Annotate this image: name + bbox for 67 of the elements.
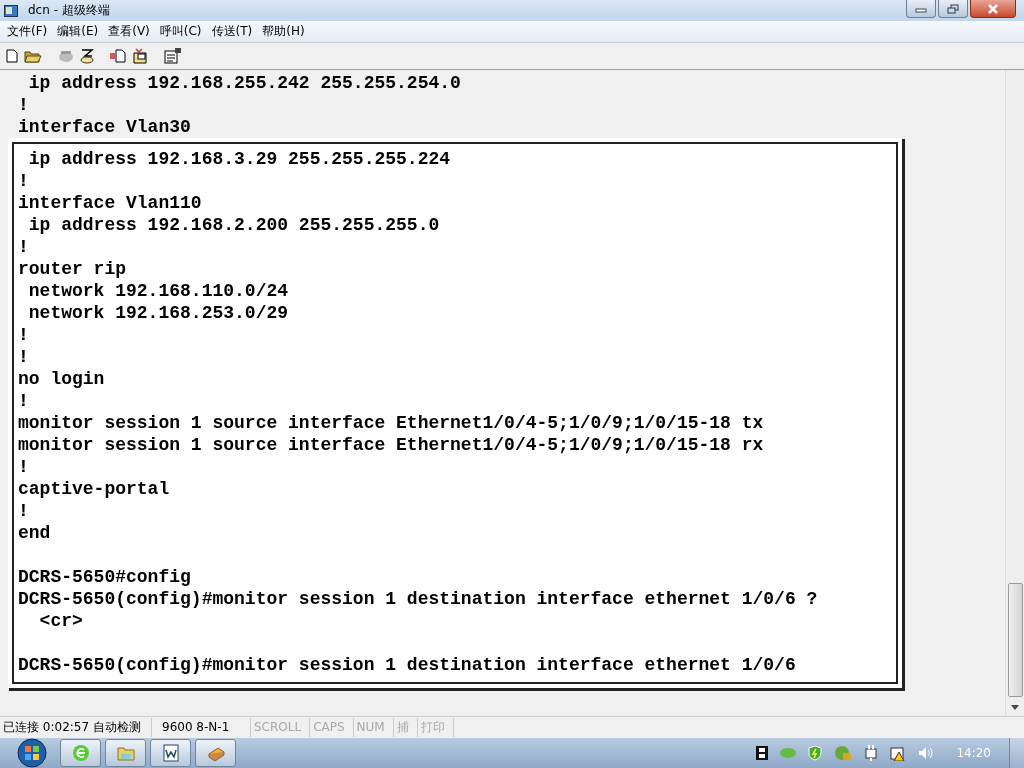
- menu-item[interactable]: 呼叫(C): [154, 23, 207, 40]
- terminal-line: !: [18, 456, 30, 478]
- menu-item[interactable]: 文件(F): [2, 23, 53, 40]
- terminal-line: !: [18, 500, 30, 522]
- terminal-line: captive-portal: [18, 478, 171, 500]
- menu-item[interactable]: 编辑(E): [52, 23, 104, 40]
- terminal-line: router rip: [18, 258, 128, 280]
- terminal-line: network 192.168.253.0/29: [27, 302, 290, 324]
- status-field: 捕: [393, 718, 418, 737]
- terminal-line: interface Vlan30: [18, 116, 192, 138]
- browser-icon: [71, 744, 90, 762]
- terminal-line: no login: [18, 368, 106, 390]
- send-file-icon[interactable]: [108, 46, 128, 66]
- minimize-button[interactable]: [906, 0, 936, 18]
- taskbar-app-button[interactable]: [150, 739, 191, 767]
- restore-icon: [947, 3, 959, 14]
- menu-item[interactable]: 查看(V): [103, 23, 155, 40]
- taskbar-app-button[interactable]: [195, 739, 236, 767]
- terminal-line: DCRS-5650(config)#monitor session 1 destination interface ethernet 1/0/6 ?: [18, 588, 819, 610]
- oval-tray-icon: [780, 748, 797, 758]
- properties-icon[interactable]: [162, 46, 184, 66]
- terminal-line: ip address 192.168.2.200 255.255.255.0: [27, 214, 441, 236]
- new-file-icon[interactable]: [4, 46, 20, 66]
- terminal-line: !: [18, 170, 30, 192]
- terminal-line: DCRS-5650(config)#monitor session 1 destination interface ethernet 1/0/6: [18, 654, 797, 676]
- shield-icon: [808, 745, 823, 761]
- speaker-icon: [918, 746, 935, 760]
- status-field: SCROLL: [251, 718, 311, 737]
- status-field: 已连接 0:02:57 自动检测: [0, 718, 152, 737]
- terminal-line: ip address 192.168.3.29 255.255.255.224: [27, 148, 452, 170]
- status-field: 9600 8-N-1: [152, 718, 251, 737]
- taskbar-app-button[interactable]: [105, 739, 146, 767]
- clock: 14:20: [956, 746, 991, 760]
- terminal-line: !: [18, 390, 30, 412]
- window-icon: [4, 4, 18, 17]
- menu-item[interactable]: 传送(T): [206, 23, 258, 40]
- power-plug-icon: [864, 745, 879, 761]
- taskbar-app-button[interactable]: [60, 739, 101, 767]
- status-field: 打印: [417, 718, 454, 737]
- status-field: CAPS: [310, 718, 354, 737]
- terminal-line: !: [18, 236, 30, 258]
- folder-icon: [116, 745, 135, 761]
- terminal-line: end: [18, 522, 52, 544]
- scroll-thumb[interactable]: [1007, 583, 1023, 697]
- show-desktop-button[interactable]: [1009, 738, 1024, 768]
- terminal-line: monitor session 1 source interface Ethernet1/0/4-5;1/0/9;1/0/15-18 rx: [18, 434, 765, 456]
- restore-button[interactable]: [938, 0, 968, 18]
- receive-file-icon[interactable]: [130, 46, 150, 66]
- terminal-line: ip address 192.168.255.242 255.255.254.0: [27, 72, 462, 94]
- film-icon: [756, 746, 769, 760]
- close-button[interactable]: [970, 0, 1016, 18]
- terminal-line: !: [18, 94, 30, 116]
- terminal-line: <cr>: [38, 610, 84, 632]
- terminal-line: network 192.168.110.0/24: [27, 280, 290, 302]
- document-icon: [161, 744, 180, 762]
- close-icon: [987, 3, 999, 14]
- terminal-line: !: [18, 324, 30, 346]
- status-field: NUM: [353, 718, 394, 737]
- vertical-scrollbar[interactable]: [1005, 70, 1024, 716]
- scroll-down-arrow-icon[interactable]: [1011, 705, 1019, 710]
- terminal-line: interface Vlan110: [18, 192, 203, 214]
- menu-item[interactable]: 帮助(H): [257, 23, 310, 40]
- network-warning-icon: [890, 745, 907, 761]
- terminal-line: !: [18, 346, 30, 368]
- terminal-line: DCRS-5650#config: [18, 566, 192, 588]
- terminal-line: monitor session 1 source interface Ethernet1/0/4-5;1/0/9;1/0/15-18 tx: [18, 412, 765, 434]
- window-title: dcn - 超级终端: [28, 2, 110, 19]
